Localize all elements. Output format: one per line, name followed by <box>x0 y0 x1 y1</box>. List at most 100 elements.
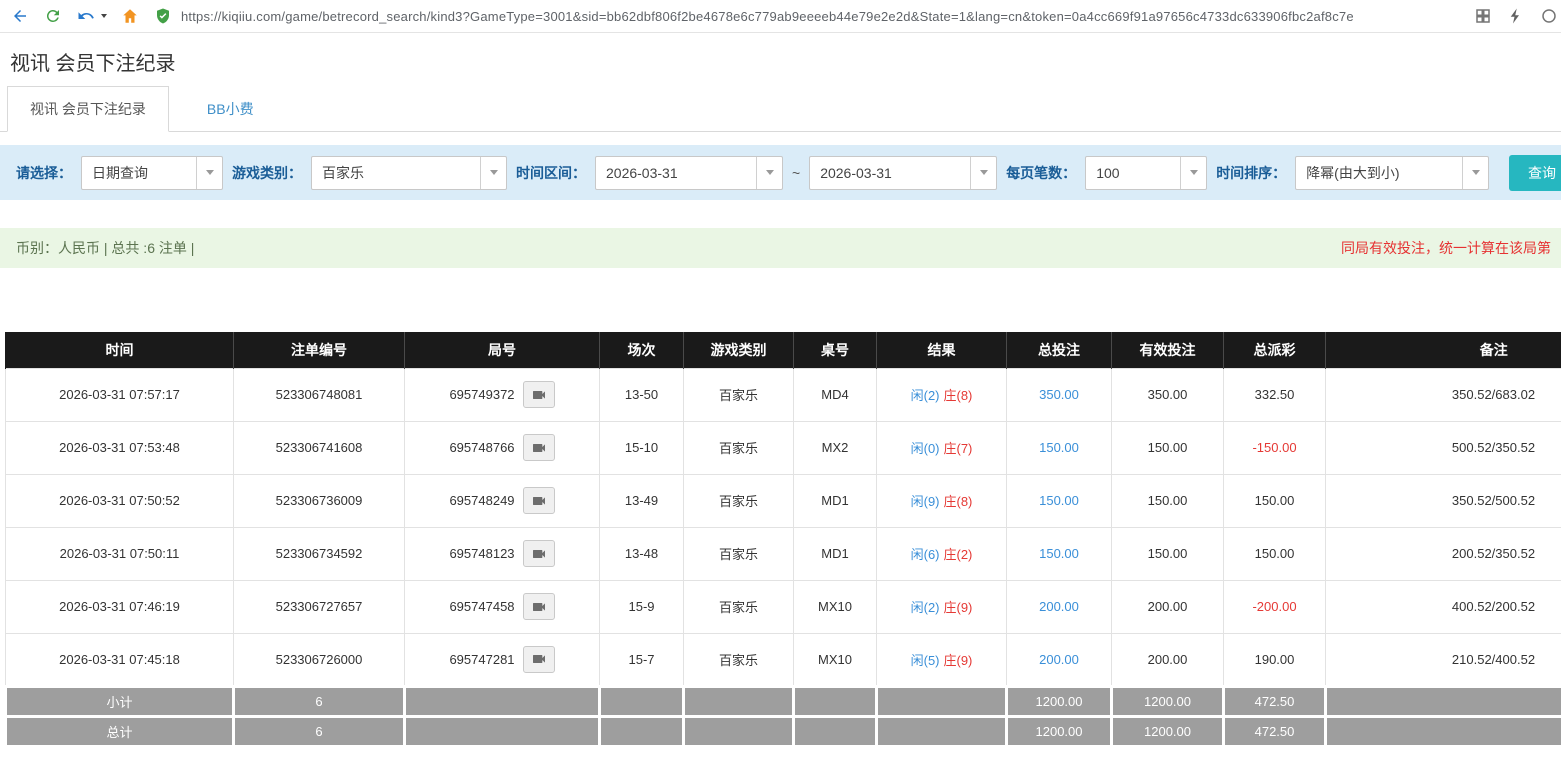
total-valid-bet: 1200.00 <box>1112 716 1224 746</box>
cell-round: 695748766 <box>405 421 600 474</box>
tab-bar: 视讯 会员下注纪录 BB小费 <box>0 86 1561 132</box>
video-replay-button[interactable] <box>523 646 555 673</box>
result-banker: 庄(2) <box>944 547 973 562</box>
undo-dropdown-caret-icon[interactable] <box>101 14 107 18</box>
cell-result: 闲(6) 庄(2) <box>877 527 1007 580</box>
valid-bet-notice-text: 同局有效投注，统一计算在该局第 <box>1341 238 1551 258</box>
total-total-bet: 1200.00 <box>1007 716 1112 746</box>
cell-total-bet[interactable]: 200.00 <box>1007 580 1112 633</box>
cell-valid-bet: 150.00 <box>1112 421 1224 474</box>
sort-order-value: 降幂(由大到小) <box>1296 163 1462 183</box>
chevron-down-icon <box>756 157 782 189</box>
filter-select-query-type[interactable]: 日期查询 <box>81 156 223 190</box>
header-round: 局号 <box>405 332 600 368</box>
cell-table-no: MX10 <box>794 633 877 686</box>
header-time: 时间 <box>6 332 234 368</box>
video-camera-icon <box>531 440 547 456</box>
filter-game-label: 游戏类别： <box>232 163 302 183</box>
browser-toolbar: https://kiqiiu.com/game/betrecord_search… <box>0 0 1561 33</box>
table-row: 2026-03-31 07:46:19 523306727657 6957474… <box>6 580 1561 633</box>
video-replay-button[interactable] <box>523 540 555 567</box>
date-from-value: 2026-03-31 <box>596 165 756 181</box>
cell-note: 210.52/400.52 <box>1326 633 1561 686</box>
cell-note: 400.52/200.52 <box>1326 580 1561 633</box>
filter-game-value: 百家乐 <box>312 163 480 183</box>
filter-select-game-type[interactable]: 百家乐 <box>311 156 507 190</box>
subtotal-label: 小计 <box>6 686 234 716</box>
cell-note: 200.52/350.52 <box>1326 527 1561 580</box>
tab-bet-records[interactable]: 视讯 会员下注纪录 <box>7 86 169 132</box>
cell-time: 2026-03-31 07:50:11 <box>6 527 234 580</box>
round-number: 695748249 <box>449 493 514 508</box>
filter-select-page-size[interactable]: 100 <box>1085 156 1207 190</box>
cell-payout: 150.00 <box>1224 527 1326 580</box>
browser-extension-icon[interactable] <box>1539 6 1559 26</box>
cell-bet-id: 523306726000 <box>234 633 405 686</box>
address-bar[interactable]: https://kiqiiu.com/game/betrecord_search… <box>153 6 1460 26</box>
table-row: 2026-03-31 07:45:18 523306726000 6957472… <box>6 633 1561 686</box>
filter-range-label: 时间区间： <box>516 163 586 183</box>
grid-icon[interactable] <box>1473 6 1493 26</box>
filter-select-sort-order[interactable]: 降幂(由大到小) <box>1295 156 1489 190</box>
video-replay-button[interactable] <box>523 434 555 461</box>
cell-total-bet[interactable]: 150.00 <box>1007 527 1112 580</box>
filter-page-size-label: 每页笔数： <box>1006 163 1076 183</box>
security-shield-icon <box>153 6 173 26</box>
filter-query-type-value: 日期查询 <box>82 163 196 183</box>
result-player: 闲(5) <box>911 653 940 668</box>
cell-total-bet[interactable]: 150.00 <box>1007 474 1112 527</box>
round-number: 695747281 <box>449 652 514 667</box>
bet-records-table: 时间 注单编号 局号 场次 游戏类别 桌号 结果 总投注 有效投注 总派彩 备注… <box>4 332 1561 748</box>
page-size-value: 100 <box>1086 165 1180 181</box>
cell-payout: -200.00 <box>1224 580 1326 633</box>
subtotal-valid-bet: 1200.00 <box>1112 686 1224 716</box>
cell-bet-id: 523306741608 <box>234 421 405 474</box>
filter-date-from[interactable]: 2026-03-31 <box>595 156 783 190</box>
result-player: 闲(9) <box>911 494 940 509</box>
back-arrow-icon[interactable] <box>10 6 30 26</box>
refresh-icon[interactable] <box>43 6 63 26</box>
result-banker: 庄(8) <box>944 494 973 509</box>
video-replay-button[interactable] <box>523 487 555 514</box>
cell-note: 500.52/350.52 <box>1326 421 1561 474</box>
cell-round: 695748123 <box>405 527 600 580</box>
url-text[interactable]: https://kiqiiu.com/game/betrecord_search… <box>181 9 1354 24</box>
total-row: 总计 6 1200.00 1200.00 472.50 <box>6 716 1561 746</box>
subtotal-payout: 472.50 <box>1224 686 1326 716</box>
table-row: 2026-03-31 07:50:52 523306736009 6957482… <box>6 474 1561 527</box>
cell-time: 2026-03-31 07:53:48 <box>6 421 234 474</box>
tab-bb-tips[interactable]: BB小费 <box>185 87 276 131</box>
header-bet-id: 注单编号 <box>234 332 405 368</box>
lightning-icon[interactable] <box>1506 6 1526 26</box>
header-game-type: 游戏类别 <box>684 332 794 368</box>
cell-payout: 332.50 <box>1224 368 1326 421</box>
undo-icon[interactable] <box>76 6 96 26</box>
chevron-down-icon <box>1462 157 1488 189</box>
cell-valid-bet: 350.00 <box>1112 368 1224 421</box>
cell-total-bet[interactable]: 150.00 <box>1007 421 1112 474</box>
total-payout: 472.50 <box>1224 716 1326 746</box>
cell-valid-bet: 200.00 <box>1112 580 1224 633</box>
cell-session: 15-10 <box>600 421 684 474</box>
date-to-value: 2026-03-31 <box>810 165 970 181</box>
result-player: 闲(2) <box>911 388 940 403</box>
total-label: 总计 <box>6 716 234 746</box>
search-button[interactable]: 查询 <box>1509 155 1561 191</box>
cell-total-bet[interactable]: 350.00 <box>1007 368 1112 421</box>
video-replay-button[interactable] <box>523 593 555 620</box>
filter-date-to[interactable]: 2026-03-31 <box>809 156 997 190</box>
subtotal-count: 6 <box>234 686 405 716</box>
round-number: 695748766 <box>449 440 514 455</box>
video-replay-button[interactable] <box>523 381 555 408</box>
header-session: 场次 <box>600 332 684 368</box>
result-banker: 庄(9) <box>944 653 973 668</box>
cell-table-no: MD4 <box>794 368 877 421</box>
cell-payout: 190.00 <box>1224 633 1326 686</box>
video-camera-icon <box>531 387 547 403</box>
cell-total-bet[interactable]: 200.00 <box>1007 633 1112 686</box>
cell-bet-id: 523306736009 <box>234 474 405 527</box>
result-player: 闲(6) <box>911 547 940 562</box>
cell-result: 闲(2)庄(9) <box>877 580 1007 633</box>
home-icon[interactable] <box>120 6 140 26</box>
cell-game-type: 百家乐 <box>684 580 794 633</box>
